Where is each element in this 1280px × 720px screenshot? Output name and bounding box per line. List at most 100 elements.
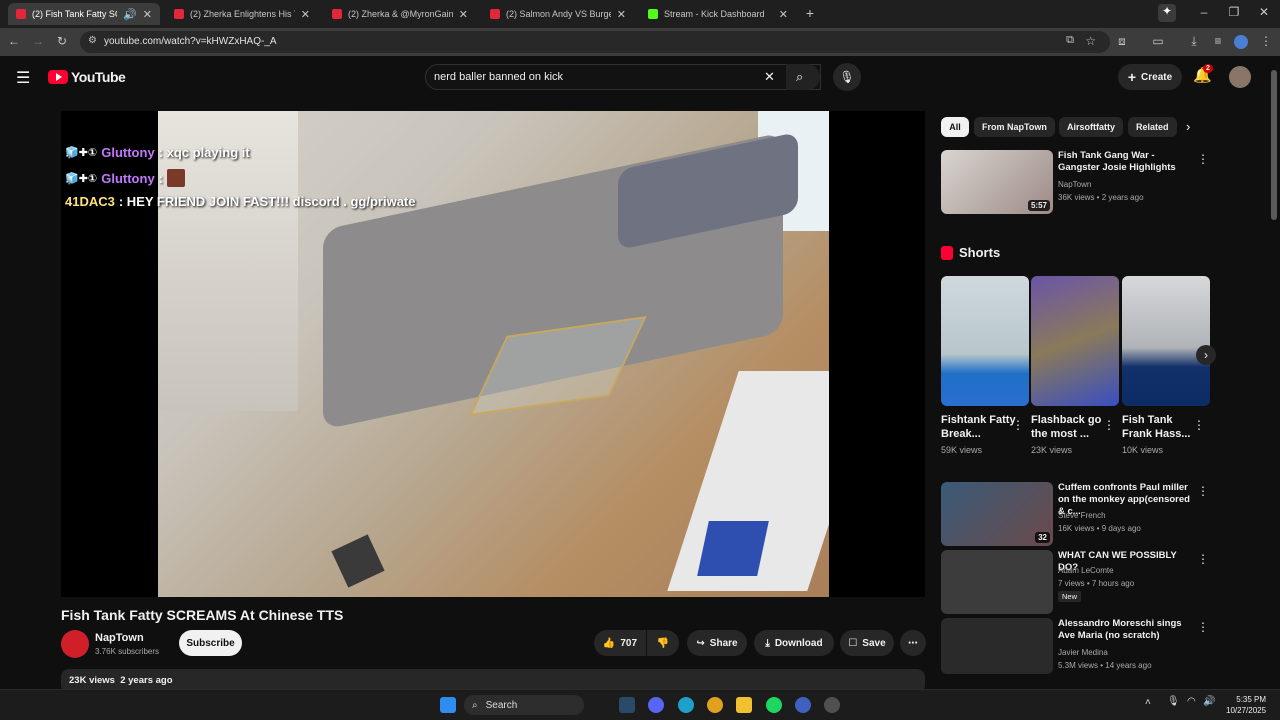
wifi-icon[interactable]: ◠ — [1187, 696, 1196, 707]
clock[interactable]: 5:35 PM 10/27/2025 — [1226, 694, 1266, 716]
close-window-icon[interactable]: ✕ — [1256, 5, 1272, 19]
chip-related[interactable]: Related — [1128, 117, 1177, 137]
save-button[interactable]: ☐ Save — [840, 630, 894, 656]
taskbar-search[interactable]: ⌕ Search — [464, 695, 584, 715]
voice-search-button[interactable]: 🎙 — [833, 63, 861, 91]
channel-name[interactable]: NapTown — [95, 632, 144, 644]
edge-icon[interactable] — [678, 697, 694, 713]
create-button[interactable]: + Create — [1118, 64, 1182, 90]
tab-fish-tank[interactable]: (2) Fish Tank Fatty SCREAMS 🔊 ✕ — [8, 3, 160, 25]
file-explorer-icon[interactable] — [736, 697, 752, 713]
video-title: Alessandro Moreschi sings Ave Maria (no … — [1058, 618, 1182, 641]
notification-count-badge: 2 — [1203, 64, 1213, 73]
sidebar-icon[interactable]: ▭ — [1150, 34, 1166, 48]
tab-zherka-myron[interactable]: (2) Zherka & @MyronGainesX ✕ — [324, 3, 476, 25]
minimize-icon[interactable]: – — [1196, 5, 1212, 19]
close-tab-icon[interactable]: ✕ — [779, 8, 788, 21]
short-title[interactable]: Fishtank Fatty Break... — [941, 413, 1019, 441]
share-button[interactable]: ↪ Share — [687, 630, 747, 656]
chips-next-chevron-icon[interactable]: › — [1186, 119, 1190, 134]
tab-kick-dashboard[interactable]: Stream - Kick Dashboard ✕ — [640, 3, 796, 25]
recommended-video[interactable]: 32 Cuffem confronts Paul miller on the m… — [941, 482, 1211, 546]
dislike-button[interactable]: 👎 — [647, 630, 679, 656]
more-vert-icon[interactable]: ⋮ — [1103, 418, 1115, 432]
download-icon[interactable]: ⤓ — [1186, 34, 1202, 49]
short-thumbnail[interactable] — [1031, 276, 1119, 406]
steam-icon[interactable] — [619, 697, 635, 713]
windows-start-icon[interactable] — [440, 697, 456, 713]
video-player[interactable]: 🧊✚① Gluttony : xqc playing it 🧊✚① Glutto… — [61, 111, 925, 597]
extensions-icon[interactable]: ⧈ — [1114, 34, 1130, 49]
chip-airsoftfatty[interactable]: Airsoftfatty — [1059, 117, 1124, 137]
restore-icon[interactable]: ❐ — [1226, 5, 1242, 19]
close-tab-icon[interactable]: ✕ — [459, 8, 468, 21]
more-vert-icon[interactable]: ⋮ — [1197, 152, 1209, 166]
obs-icon[interactable] — [795, 697, 811, 713]
youtube-favicon-icon — [490, 9, 500, 19]
youtube-favicon-icon — [16, 9, 26, 19]
thumbs-down-icon: 👎 — [656, 637, 670, 649]
speaker-icon[interactable]: 🔊 — [123, 8, 137, 21]
recommended-video[interactable]: Alessandro Moreschi sings Ave Maria (no … — [941, 618, 1211, 674]
more-vert-icon[interactable]: ⋮ — [1193, 418, 1205, 432]
shorts-next-chevron-icon[interactable]: › — [1196, 345, 1216, 365]
subscriber-count: 3.76K subscribers — [95, 647, 160, 656]
chrome-icon[interactable] — [707, 697, 723, 713]
more-vert-icon[interactable]: ⋮ — [1197, 484, 1209, 498]
clear-search-icon[interactable]: ✕ — [764, 69, 775, 85]
app-icon[interactable] — [824, 697, 840, 713]
channel-avatar[interactable] — [61, 630, 89, 658]
like-button[interactable]: 👍 707 — [594, 630, 646, 656]
chip-from-naptown[interactable]: From NapTown — [974, 117, 1055, 137]
spotify-icon[interactable] — [766, 697, 782, 713]
video-thumbnail: 32 — [941, 482, 1053, 546]
cast-icon[interactable]: ⧉ — [1066, 34, 1074, 47]
account-avatar[interactable] — [1229, 66, 1251, 88]
chat-emote-icon — [167, 169, 186, 187]
bookmark-star-icon[interactable]: ☆ — [1085, 34, 1096, 48]
forward-icon[interactable]: → — [30, 34, 46, 48]
search-button[interactable]: ⌕ — [786, 64, 820, 90]
chip-all[interactable]: All — [941, 117, 969, 137]
sparkle-icon[interactable]: ✦ — [1158, 4, 1176, 22]
recommended-video[interactable]: WHAT CAN WE POSSIBLY DO? Adam LeComte 7 … — [941, 550, 1211, 614]
browser-menu-icon[interactable]: ⋮ — [1258, 34, 1274, 48]
short-title[interactable]: Fish Tank Frank Hass... — [1122, 413, 1200, 441]
microphone-tray-icon[interactable]: 🎙 — [1167, 696, 1180, 707]
download-button[interactable]: ⤓ Download — [754, 630, 834, 656]
more-vert-icon[interactable]: ⋮ — [1012, 418, 1024, 432]
chat-badges-icon: 🧊✚① — [65, 172, 98, 185]
short-thumbnail[interactable] — [1122, 276, 1210, 406]
more-vert-icon[interactable]: ⋮ — [1197, 620, 1209, 634]
windows-taskbar: ⌕ Search ˄ 🎙 ◠ 🔊 5:35 PM 10/27/2025 — [0, 689, 1280, 720]
tab-salmon-andy[interactable]: (2) Salmon Andy VS Burger Pla ✕ — [482, 3, 634, 25]
hamburger-menu-icon[interactable]: ☰ — [16, 68, 30, 88]
channel-name: Steve French — [1058, 511, 1106, 520]
tab-zherka-enlightens[interactable]: (2) Zherka Enlightens His Young ✕ — [166, 3, 318, 25]
youtube-logo[interactable]: YouTube — [48, 69, 126, 85]
tray-chevron-icon[interactable]: ˄ — [1145, 697, 1151, 708]
kick-favicon-icon — [648, 9, 658, 19]
close-tab-icon[interactable]: ✕ — [143, 8, 152, 21]
reading-list-icon[interactable]: ≡ — [1210, 34, 1226, 48]
back-icon[interactable]: ← — [6, 34, 22, 48]
profile-avatar-icon[interactable] — [1234, 35, 1248, 49]
video-meta: 5.3M views • 14 years ago — [1058, 661, 1152, 670]
site-info-icon[interactable]: ⚙ — [88, 35, 97, 46]
search-input[interactable]: nerd baller banned on kick — [425, 64, 821, 90]
discord-icon[interactable] — [648, 697, 664, 713]
short-title[interactable]: Flashback go the most ... — [1031, 413, 1109, 441]
close-tab-icon[interactable]: ✕ — [301, 8, 310, 21]
reload-icon[interactable]: ↻ — [54, 34, 70, 48]
more-actions-button[interactable]: ⋯ — [900, 630, 926, 656]
new-tab-icon[interactable]: + — [802, 5, 818, 21]
volume-icon[interactable]: 🔊 — [1203, 696, 1215, 707]
subscribe-button[interactable]: Subscribe — [179, 630, 242, 656]
more-vert-icon[interactable]: ⋮ — [1197, 552, 1209, 566]
recommended-video[interactable]: 5:57 Fish Tank Gang War - Gangster Josie… — [941, 150, 1211, 214]
address-bar[interactable]: ⚙ youtube.com/watch?v=kHWZxHAQ-_A ⧉ ☆ — [80, 31, 1110, 53]
page-scrollbar[interactable] — [1271, 70, 1277, 220]
short-thumbnail[interactable] — [941, 276, 1029, 406]
close-tab-icon[interactable]: ✕ — [617, 8, 626, 21]
view-count-date: 23K views 2 years ago — [69, 675, 173, 686]
